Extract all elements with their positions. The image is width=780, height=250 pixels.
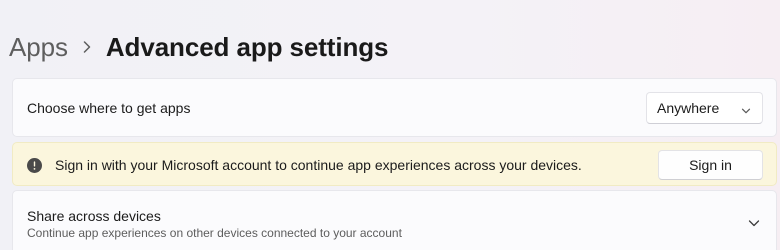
breadcrumb: Apps Advanced app settings [9,30,389,64]
apps-source-label: Choose where to get apps [27,100,191,116]
apps-source-selected-value: Anywhere [657,100,720,116]
signin-banner: Sign in with your Microsoft account to c… [12,142,777,186]
signin-banner-message: Sign in with your Microsoft account to c… [55,157,582,173]
share-across-devices-card[interactable]: Share across devices Continue app experi… [12,190,777,250]
chevron-down-icon[interactable] [748,216,760,228]
apps-source-dropdown[interactable]: Anywhere [646,92,763,124]
share-across-devices-title: Share across devices [27,208,161,224]
breadcrumb-apps-link[interactable]: Apps [9,30,68,64]
page-title: Advanced app settings [105,32,389,62]
share-across-devices-subtitle: Continue app experiences on other device… [27,226,402,240]
apps-source-card: Choose where to get apps Anywhere [12,78,777,137]
info-icon [27,158,42,173]
chevron-down-icon [741,103,751,114]
sign-in-button[interactable]: Sign in [658,150,763,180]
chevron-right-icon [68,30,106,64]
